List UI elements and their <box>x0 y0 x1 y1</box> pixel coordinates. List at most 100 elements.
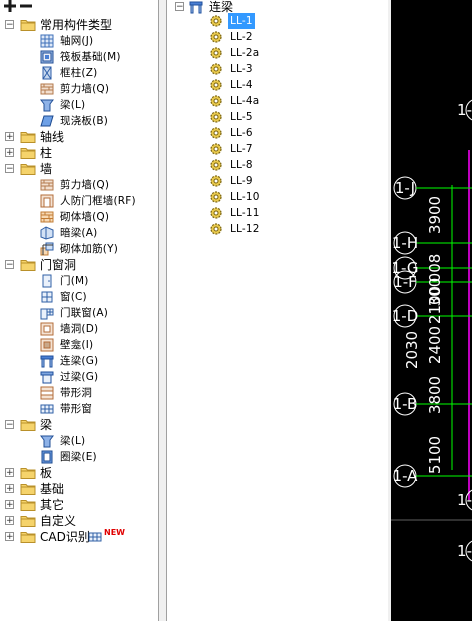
tree-group-9[interactable]: + 自定义 <box>0 513 158 529</box>
collapse-toggle[interactable]: − <box>5 260 14 270</box>
folder-icon <box>20 484 36 495</box>
expand-toggle[interactable]: + <box>5 500 14 510</box>
list-item[interactable]: LL-5 <box>167 109 388 125</box>
list-item[interactable]: LL-2 <box>167 29 388 45</box>
tree-group-3[interactable]: − 墙 <box>0 161 158 177</box>
list-item-label: LL-5 <box>230 111 253 123</box>
civil-defense-door-wall-icon <box>40 194 54 208</box>
gear-icon <box>210 15 222 27</box>
list-item[interactable]: LL-8 <box>167 157 388 173</box>
gear-icon <box>210 223 222 235</box>
cad-drawing: 1-J1-H1-G1-F1-D1-B1-A1-1-1-3900008300210… <box>391 99 472 562</box>
tree-item[interactable]: 轴网(J) <box>0 33 158 49</box>
tree-item-label: 带形窗 <box>60 403 93 415</box>
tree-group-1[interactable]: + 轴线 <box>0 129 158 145</box>
tree-item[interactable]: 人防门框墙(RF) <box>0 193 158 209</box>
raft-foundation-icon <box>40 50 54 64</box>
tree-group-10[interactable]: + CAD识别 NEW <box>0 528 158 545</box>
dimension-text: 2100 <box>426 286 444 324</box>
collapse-toggle[interactable]: − <box>5 164 14 174</box>
tree-item-label: 梁(L) <box>60 99 86 111</box>
tree-item[interactable]: 剪力墙(Q) <box>0 177 158 193</box>
list-item-label: LL-4a <box>230 95 260 107</box>
tree-item[interactable]: 带形洞 <box>0 385 158 401</box>
tree-item[interactable]: 圈梁(E) <box>0 449 158 465</box>
tree-item[interactable]: 梁(L) <box>0 433 158 449</box>
splitter[interactable] <box>159 0 166 621</box>
tree-item[interactable]: 现浇板(B) <box>0 113 158 129</box>
tree-item[interactable]: 砌体墙(Q) <box>0 209 158 225</box>
list-item-label: LL-4 <box>230 79 253 91</box>
list-item[interactable]: LL-2a <box>167 45 388 61</box>
frame-column-icon <box>42 66 52 80</box>
tree-item[interactable]: 门联窗(A) <box>0 305 158 321</box>
list-item[interactable]: LL-11 <box>167 205 388 221</box>
expand-toggle[interactable]: + <box>5 516 14 526</box>
list-item[interactable]: LL-10 <box>167 189 388 205</box>
tree-item-label: 门联窗(A) <box>60 307 109 319</box>
expand-toggle[interactable]: + <box>5 148 14 158</box>
list-item[interactable]: LL-4a <box>167 93 388 109</box>
tree-group-2[interactable]: + 柱 <box>0 145 158 161</box>
axis-label: 1-D <box>392 307 419 325</box>
tree-item[interactable]: 过梁(G) <box>0 369 158 385</box>
tree-item[interactable]: 壁龛(I) <box>0 337 158 353</box>
expand-toggle[interactable]: + <box>5 532 14 542</box>
axis-label: 1- <box>457 101 472 119</box>
tree-group-6[interactable]: + 板 <box>0 465 158 481</box>
list-item[interactable]: LL-4 <box>167 77 388 93</box>
list-item-label: LL-8 <box>230 159 253 171</box>
tree-group-label: 轴线 <box>40 130 65 144</box>
tree-item-label: 剪力墙(Q) <box>60 83 110 95</box>
component-list-tree[interactable]: − 连梁 LL-1 LL-2 LL-2a LL-3 LL-4 LL-4a LL-5 LL-6 L… <box>166 0 389 621</box>
collapse-toggle[interactable]: − <box>5 420 14 430</box>
coupling-beam-icon <box>189 1 203 14</box>
tree-group-4[interactable]: − 门窗洞 <box>0 257 158 273</box>
folder-icon <box>20 468 36 479</box>
tree-group-5[interactable]: − 梁 <box>0 417 158 433</box>
beam-icon <box>40 99 54 112</box>
collapse-toggle[interactable]: − <box>5 20 14 30</box>
tree-item[interactable]: 带形窗 <box>0 401 158 417</box>
tree-item[interactable]: 暗梁(A) <box>0 225 158 241</box>
tree-group-label: 板 <box>40 466 53 480</box>
minus-icon[interactable] <box>20 0 32 12</box>
strip-window-icon <box>40 404 54 414</box>
tree-group-label: 柱 <box>40 146 53 160</box>
plus-icon[interactable] <box>4 0 16 12</box>
list-item[interactable]: LL-6 <box>167 125 388 141</box>
tree-group-8[interactable]: + 其它 <box>0 497 158 513</box>
list-item[interactable]: LL-1 <box>167 13 388 29</box>
tree-group-7[interactable]: + 基础 <box>0 481 158 497</box>
tree-item[interactable]: 门(M) <box>0 273 158 289</box>
expand-toggle[interactable]: + <box>5 132 14 142</box>
tree-group-0[interactable]: − 常用构件类型 <box>0 17 158 33</box>
ring-beam-icon <box>41 450 53 464</box>
component-type-tree[interactable]: − 常用构件类型 轴网(J) 筏板基础(M) 框柱(Z) 剪力墙(Q) 梁(L) 现浇板(B)… <box>0 0 159 621</box>
tree-item-label: 带形洞 <box>60 387 93 399</box>
list-item-label: LL-9 <box>230 175 253 187</box>
expand-toggle[interactable]: + <box>5 484 14 494</box>
list-item[interactable]: LL-12 <box>167 221 388 237</box>
tree-item[interactable]: 剪力墙(Q) <box>0 81 158 97</box>
list-item[interactable]: LL-7 <box>167 141 388 157</box>
masonry-reinforcement-icon <box>40 242 54 256</box>
tree-item[interactable]: 筏板基础(M) <box>0 49 158 65</box>
cad-viewport[interactable]: 1-J 1-H 1-G 1-F 1-D 1-B 1-A 1- 1- 1- 3900 008 300 210… <box>391 0 472 621</box>
tree-item[interactable]: 框柱(Z) <box>0 65 158 81</box>
collapse-toggle[interactable]: − <box>175 2 184 12</box>
list-item[interactable]: LL-3 <box>167 61 388 77</box>
list-item[interactable]: LL-9 <box>167 173 388 189</box>
tree-item[interactable]: 窗(C) <box>0 289 158 305</box>
tree-item[interactable]: 梁(L) <box>0 97 158 113</box>
folder-icon <box>20 164 36 175</box>
tree-item[interactable]: 连梁(G) <box>0 353 158 369</box>
folder-icon <box>20 516 36 527</box>
list-item-label: LL-1 <box>228 13 255 29</box>
tree-item[interactable]: 砌体加筋(Y) <box>0 241 158 257</box>
tree-item-label: 筏板基础(M) <box>60 51 121 63</box>
expand-toggle[interactable]: + <box>5 468 14 478</box>
gear-icon <box>210 207 222 219</box>
wall-opening-icon <box>40 322 54 336</box>
tree-item[interactable]: 墙洞(D) <box>0 321 158 337</box>
